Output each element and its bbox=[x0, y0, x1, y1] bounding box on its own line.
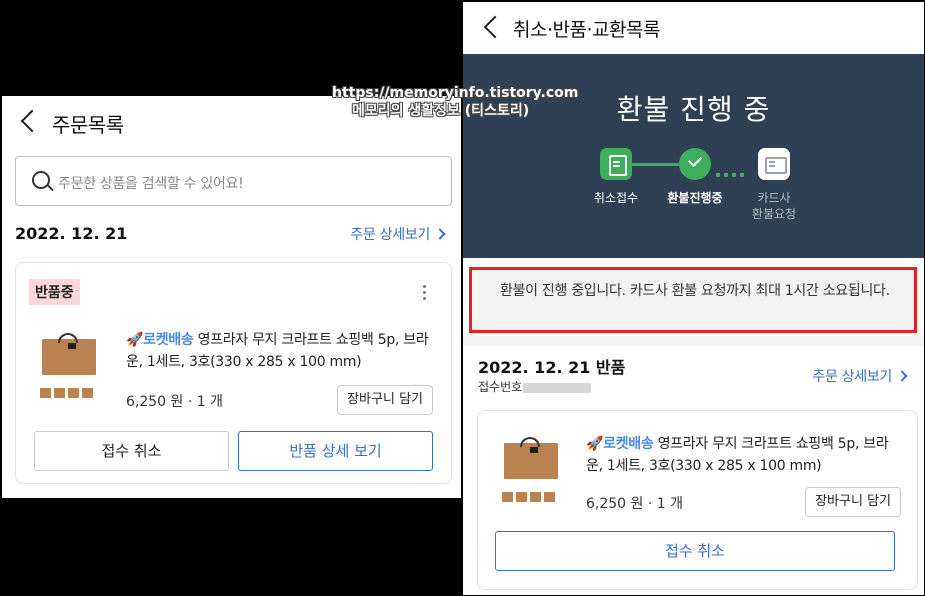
receipt-number-label: 접수번호 bbox=[478, 380, 523, 394]
watermark-name: 메모리의 생활정보 (티스토리) bbox=[352, 103, 530, 119]
chevron-right-icon bbox=[896, 370, 908, 382]
order-detail-link-label: 주문 상세보기 bbox=[350, 227, 430, 243]
document-icon bbox=[600, 148, 632, 180]
receipt-number: 접수번호 bbox=[478, 378, 592, 395]
chevron-right-icon bbox=[434, 228, 446, 240]
refund-notice: 환불이 진행 중입니다. 카드사 환불 요청까지 최대 1시간 소요됩니다. bbox=[469, 267, 917, 333]
product-name[interactable]: 🚀로켓배송 영프라자 무지 크라프트 쇼핑백 5p, 브라운, 1세트, 3호(… bbox=[586, 433, 896, 477]
order-date-row: 2022. 12. 21 주문 상세보기 bbox=[15, 224, 452, 248]
return-detail-button[interactable]: 반품 상세 보기 bbox=[238, 431, 433, 471]
product-image[interactable] bbox=[40, 331, 102, 401]
step-label-refund-in-progress: 환불진행중 bbox=[667, 191, 723, 205]
check-icon bbox=[679, 148, 711, 180]
order-detail-link[interactable]: 주문 상세보기 bbox=[812, 366, 908, 386]
step-label-card-refund-request: 카드사 환불요청 bbox=[751, 191, 797, 221]
order-list-screen: 주문목록 주문한 상품을 검색할 수 있어요! 2022. 12. 21 주문 … bbox=[2, 96, 461, 498]
product-name[interactable]: 🚀로켓배송 영프라자 무지 크라프트 쇼핑백 5p, 브라운, 1세트, 3호(… bbox=[126, 329, 436, 373]
status-badge: 반품중 bbox=[29, 279, 80, 305]
receipt-number-redacted bbox=[523, 382, 592, 393]
watermark-url: https://memoryinfo.tistory.com bbox=[332, 85, 579, 101]
step-label-cancel-received: 취소접수 bbox=[593, 191, 639, 205]
product-price: 6,250 원 · 1 개 bbox=[126, 394, 223, 410]
cancel-request-button[interactable]: 접수 취소 bbox=[495, 531, 895, 571]
search-icon bbox=[32, 171, 50, 189]
watermark: https://memoryinfo.tistory.com 메모리의 생활정보… bbox=[332, 84, 602, 120]
page-title: 취소·반품·교환목록 bbox=[513, 19, 660, 41]
search-input[interactable]: 주문한 상품을 검색할 수 있어요! bbox=[15, 156, 452, 206]
refund-notice-text: 환불이 진행 중입니다. 카드사 환불 요청까지 최대 1시간 소요됩니다. bbox=[500, 283, 890, 299]
page-title: 주문목록 bbox=[52, 113, 124, 137]
search-placeholder: 주문한 상품을 검색할 수 있어요! bbox=[58, 176, 244, 192]
return-card: 🚀로켓배송 영프라자 무지 크라프트 쇼핑백 5p, 브라운, 1세트, 3호(… bbox=[477, 410, 918, 590]
progress-dots bbox=[716, 162, 754, 196]
section-divider bbox=[463, 336, 924, 346]
product-price: 6,250 원 · 1 개 bbox=[586, 496, 683, 512]
more-options-icon[interactable] bbox=[423, 285, 427, 303]
rocket-delivery-badge: 🚀로켓배송 bbox=[126, 332, 194, 348]
add-to-cart-button[interactable]: 장바구니 담기 bbox=[337, 385, 433, 415]
cancel-request-button[interactable]: 접수 취소 bbox=[34, 431, 229, 471]
order-detail-link[interactable]: 주문 상세보기 bbox=[350, 224, 446, 244]
header: 취소·반품·교환목록 bbox=[463, 2, 924, 54]
screenshot-canvas: 주문목록 주문한 상품을 검색할 수 있어요! 2022. 12. 21 주문 … bbox=[0, 0, 925, 596]
progress-line bbox=[631, 163, 680, 166]
back-arrow-icon[interactable] bbox=[481, 14, 501, 40]
order-card: 반품중 🚀로켓배송 영프라자 무지 크라프트 쇼핑백 5p, 브라운, 1세트,… bbox=[15, 262, 452, 484]
order-date: 2022. 12. 21 bbox=[15, 224, 128, 243]
add-to-cart-button[interactable]: 장바구니 담기 bbox=[805, 487, 901, 517]
rocket-delivery-badge: 🚀로켓배송 bbox=[586, 436, 654, 452]
back-arrow-icon[interactable] bbox=[18, 108, 38, 134]
order-detail-link-label: 주문 상세보기 bbox=[812, 369, 892, 385]
card-icon bbox=[758, 148, 790, 180]
return-date: 2022. 12. 21 반품 bbox=[478, 358, 626, 377]
product-image[interactable] bbox=[502, 435, 564, 505]
